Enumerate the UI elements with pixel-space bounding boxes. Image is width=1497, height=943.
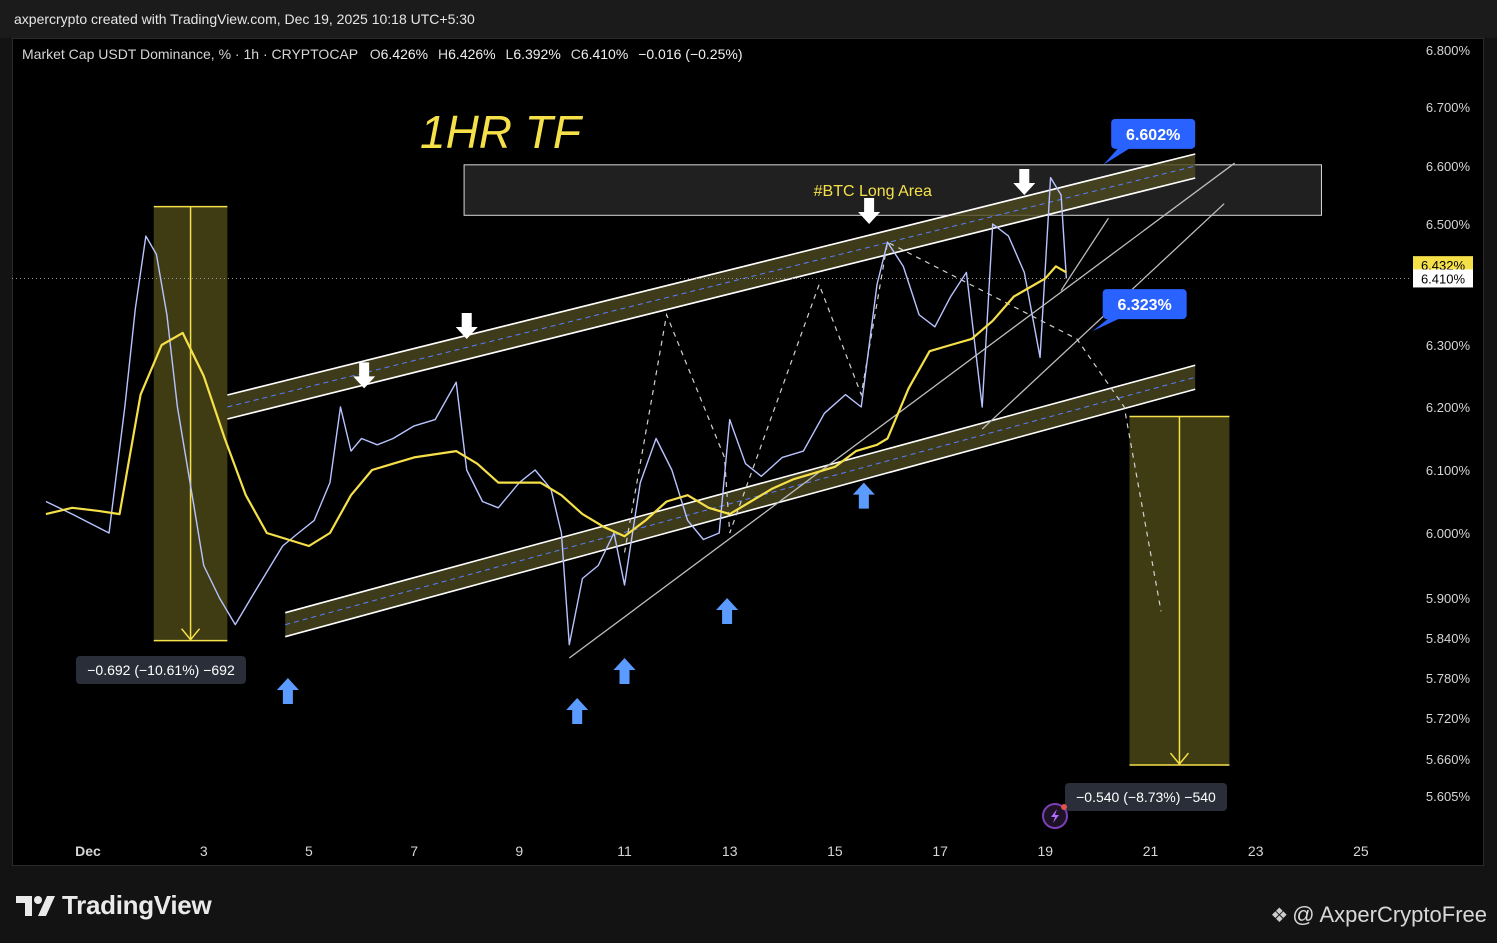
y-tick-label-3: 6.600%: [1426, 159, 1471, 174]
btc-long-area-label: #BTC Long Area: [814, 183, 932, 200]
y-tick-label-5: 6.300%: [1426, 338, 1471, 353]
y-tick-label-2: 6.700%: [1426, 100, 1471, 115]
diamond-grid-icon: ❖: [1270, 905, 1289, 927]
last-price-tag-text: 6.410%: [1421, 271, 1466, 286]
y-tick-label-13: 5.660%: [1426, 752, 1471, 767]
x-tick-label-8: 15: [827, 843, 843, 859]
tradingview-brand: TradingView: [62, 890, 212, 920]
legend-low-label: L: [506, 46, 514, 62]
legend-close-label: C: [571, 46, 581, 62]
lower-channel-bottom-line[interactable]: [285, 388, 1196, 638]
measure-left-label-text: −0.692 (−10.61%) −692: [87, 662, 235, 678]
x-tick-label-6: 11: [617, 843, 632, 859]
x-tick-label-3: 5: [305, 843, 313, 859]
y-tick-label-4: 6.500%: [1426, 217, 1471, 232]
y-tick-label-9: 5.900%: [1426, 591, 1471, 606]
lower-channel-top-line[interactable]: [285, 364, 1196, 614]
legend-low-value: 6.392%: [513, 46, 560, 62]
up-arrow-icon-5: [852, 482, 875, 509]
chart-title: 1HR TF: [420, 106, 584, 158]
x-tick-label-9: 17: [932, 843, 948, 859]
y-tick-label-8: 6.000%: [1426, 526, 1471, 541]
y-tick-label-6: 6.200%: [1426, 400, 1471, 415]
x-tick-label-5: 9: [515, 843, 523, 859]
attribution-bar: axpercrypto created with TradingView.com…: [0, 0, 1497, 38]
y-tick-label-14: 5.605%: [1426, 789, 1471, 804]
legend-open-label: O: [370, 46, 381, 62]
legend-line: Market Cap USDT Dominance, % · 1h · CRYP…: [22, 46, 742, 62]
x-tick-label-10: 19: [1038, 843, 1054, 859]
y-tick-label-1: 6.800%: [1426, 43, 1471, 58]
target-low-label-text: 6.323%: [1118, 297, 1172, 314]
tradingview-mark-icon: [16, 896, 55, 916]
legend-symbol: Market Cap USDT Dominance, % · 1h · CRYP…: [22, 46, 358, 62]
legend-high-value: 6.426%: [448, 46, 495, 62]
x-tick-label-1: Dec: [75, 843, 101, 859]
y-tick-label-10: 5.840%: [1426, 631, 1471, 646]
legend-close-value: 6.410%: [581, 46, 628, 62]
chart-canvas[interactable]: #BTC Long Area 6.602% 6.323% −0.692 (−10.6…: [12, 38, 1484, 866]
tradingview-logo[interactable]: TradingView: [16, 890, 256, 924]
measure-right-label-text: −0.540 (−8.73%) −540: [1076, 789, 1216, 805]
alert-icon[interactable]: [1042, 803, 1068, 829]
y-tick-label-7: 6.100%: [1426, 463, 1471, 478]
x-tick-label-4: 7: [410, 843, 418, 859]
up-arrow-icon-2: [566, 698, 589, 724]
author-credit-text: @ AxperCryptoFree: [1292, 902, 1487, 927]
x-tick-label-13: 25: [1353, 843, 1369, 859]
x-tick-label-2: 3: [200, 843, 208, 859]
trendline-3[interactable]: [1060, 217, 1109, 291]
author-credit: ❖ @ AxperCryptoFree: [1270, 902, 1487, 928]
up-arrow-icon-4: [716, 598, 739, 624]
x-tick-label-11: 21: [1143, 843, 1159, 859]
x-tick-label-7: 13: [722, 843, 738, 859]
up-arrow-icon-1: [276, 678, 299, 704]
legend-change: −0.016 (−0.25%): [638, 46, 742, 62]
legend-open-value: 6.426%: [381, 46, 428, 62]
legend-high-label: H: [438, 46, 448, 62]
x-tick-label-12: 23: [1248, 843, 1264, 859]
y-tick-label-11: 5.780%: [1426, 671, 1471, 686]
attribution-text: axpercrypto created with TradingView.com…: [14, 11, 475, 27]
up-arrow-icon-3: [613, 658, 636, 684]
target-high-label-text: 6.602%: [1126, 127, 1180, 144]
y-tick-label-12: 5.720%: [1426, 711, 1471, 726]
